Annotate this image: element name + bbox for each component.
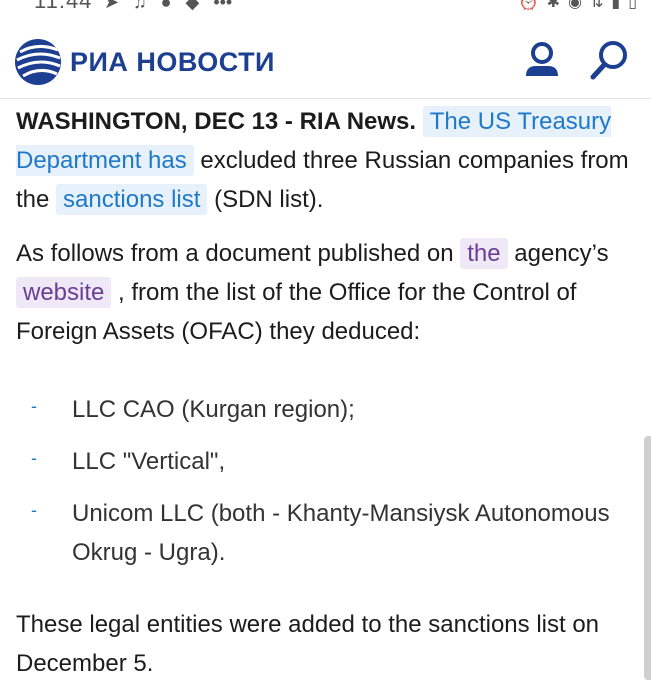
logo-text: РИА НОВОСТИ	[70, 46, 275, 77]
status-notification-icons: ➤ ♫ ● ◆ •••	[104, 0, 232, 13]
music-icon: ♫	[133, 0, 147, 12]
signal-icon: ▮	[611, 0, 621, 11]
alarm-icon: ⏰	[518, 0, 539, 11]
search-icon	[590, 41, 627, 80]
link-the[interactable]: the	[460, 238, 508, 269]
list-item: - LLC "Vertical",	[16, 442, 638, 481]
article-paragraph: As follows from a document published on …	[16, 234, 638, 351]
search-button[interactable]	[588, 38, 632, 82]
location-icon: ◉	[568, 0, 582, 11]
list-item-text: LLC "Vertical",	[72, 448, 226, 475]
article-lead: WASHINGTON, DEC 13 - RIA News.	[16, 108, 417, 135]
link-sanctions-list[interactable]: sanctions list	[56, 184, 208, 215]
list-item-text: LLC CAO (Kurgan region);	[72, 396, 355, 423]
paragraph-text: agency’s	[507, 240, 609, 267]
app-icon: ●	[160, 0, 172, 12]
news-icon: ◆	[185, 0, 200, 12]
list-dash: -	[31, 448, 37, 468]
article-paragraph: These legal entities were added to the s…	[16, 611, 600, 677]
ria-globe-logo-icon	[15, 39, 61, 85]
status-system-icons: ⏰ ✱ ◉ ⇅ ▮ ▯	[519, 0, 637, 12]
list-item: - Unicom LLC (both - Khanty-Mansiysk Auto…	[16, 494, 638, 572]
scrollbar-handle[interactable]	[644, 436, 651, 680]
data-icon: ⇅	[589, 0, 604, 11]
user-icon	[526, 42, 558, 76]
bluetooth-icon: ✱	[546, 0, 560, 11]
list-item: - LLC CAO (Kurgan region);	[16, 390, 638, 429]
status-time: 11:44	[34, 0, 93, 13]
ria-logo[interactable]: РИА НОВОСТИ	[14, 38, 275, 86]
company-list: - LLC CAO (Kurgan region); - LLC "Vertical…	[16, 390, 638, 572]
status-bar: 11:44 ➤ ♫ ● ◆ ••• ⏰ ✱ ◉ ⇅ ▮ ▯	[0, 0, 651, 14]
user-button[interactable]	[520, 38, 564, 82]
article-body: WASHINGTON, DEC 13 - RIA News. The US Tr…	[16, 98, 638, 683]
more-icon: •••	[213, 0, 233, 12]
paragraph-text: As follows from a document published on	[16, 240, 461, 267]
battery-icon: ▯	[628, 0, 637, 11]
link-website[interactable]: website	[16, 277, 112, 308]
navigation-icon: ➤	[104, 0, 120, 12]
article-paragraph: WASHINGTON, DEC 13 - RIA News. The US Tr…	[16, 102, 638, 219]
app-header: РИА НОВОСТИ	[0, 14, 651, 99]
paragraph-text: (SDN list).	[207, 186, 324, 213]
list-dash: -	[31, 396, 37, 416]
list-dash: -	[31, 500, 37, 520]
list-item-text: Unicom LLC (both - Khanty-Mansiysk Auton…	[72, 500, 610, 566]
